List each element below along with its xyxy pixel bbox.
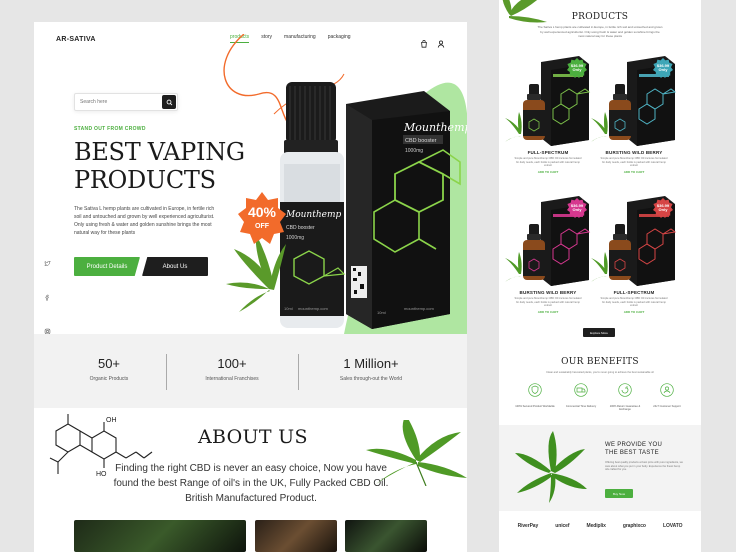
benefit-support: 24x7 Customer Support xyxy=(647,383,687,408)
support-icon xyxy=(660,383,674,397)
about-photo-bud xyxy=(345,520,427,552)
add-to-cart-link[interactable]: ADD TO CART xyxy=(591,310,677,314)
hemp-plant-image xyxy=(515,431,587,503)
benefit-label: Commercial Time Delivery xyxy=(565,405,597,408)
products-page: PRODUCTS The Sativa L hemp plants are cu… xyxy=(499,0,701,552)
search-icon xyxy=(166,99,172,105)
stats-band: 50+ Organic Products 100+ International … xyxy=(34,334,467,408)
bottle-url: mounthemp.com xyxy=(298,306,328,311)
landing-page: AR-SATIVA products story manufacturing p… xyxy=(34,22,467,552)
stat-label: Organic Products xyxy=(89,376,129,382)
box-volume: 10ml xyxy=(377,310,386,315)
benefits-subtitle: Clean and sustainably harvested plants, … xyxy=(546,371,654,374)
bottle-line2: 1000mg xyxy=(286,235,304,241)
facebook-icon[interactable] xyxy=(44,288,51,306)
hero-description: The Sativa L hemp plants are cultivated … xyxy=(74,206,215,236)
taste-title: WE PROVIDE YOU THE BEST TASTE xyxy=(605,441,685,457)
taste-title-line2: THE BEST TASTE xyxy=(605,450,659,456)
product-price-sub: Only xyxy=(572,67,582,72)
search-bar xyxy=(74,93,178,111)
hero-eyebrow: STAND OUT FROM CROWD xyxy=(74,126,146,132)
stat-divider xyxy=(298,354,299,390)
bottle-line1: CBD booster xyxy=(286,225,315,231)
product-price-sub: Only xyxy=(572,207,582,212)
stat-value: 1 Million+ xyxy=(343,356,399,371)
benefit-secured: 100% Secured Product Worldwide xyxy=(515,383,555,408)
product-name: FULL-SPECTRUM xyxy=(613,290,655,295)
truck-icon xyxy=(574,383,588,397)
box-url: mounthemp.com xyxy=(404,306,434,311)
taste-section: WE PROVIDE YOU THE BEST TASTE Offering b… xyxy=(499,425,701,511)
box-line2: 1000mg xyxy=(405,148,423,154)
buy-now-button[interactable]: Buy Now xyxy=(605,489,633,498)
hero-title-line2: PRODUCTS xyxy=(74,166,216,194)
bottle-volume: 10ml xyxy=(284,306,293,311)
search-button[interactable] xyxy=(162,95,176,109)
product-description: Simple and pure Mounthemp CBD Oil tinctu… xyxy=(600,297,668,308)
stat-products: 50+ Organic Products xyxy=(44,356,174,382)
box-line1: CBD booster xyxy=(405,138,437,144)
product-price-sub: Only xyxy=(658,67,668,72)
discount-word: OFF xyxy=(255,223,270,230)
stat-franchises: 100+ International Franchises xyxy=(167,356,297,382)
hero-title: BEST VAPING PRODUCTS xyxy=(74,138,264,194)
product-card[interactable]: $36.99 Only BURSTING WILD BERRY Simple and … xyxy=(505,192,591,314)
return-icon xyxy=(618,383,632,397)
product-name: BURSTING WILD BERRY xyxy=(605,150,663,155)
brand-logo[interactable]: AR-SATIVA xyxy=(56,36,96,43)
benefit-label: 100% Return Guarantee & Exchange xyxy=(609,405,641,412)
product-description: Simple and pure Mounthemp CBD Oil tinctu… xyxy=(600,157,668,168)
about-photo-tea xyxy=(74,520,246,552)
about-us-button[interactable]: About Us xyxy=(142,257,208,276)
taste-description: Offering best quality products at best p… xyxy=(605,461,683,472)
product-name: BURSTING WILD BERRY xyxy=(519,290,577,295)
taste-title-line1: WE PROVIDE YOU xyxy=(605,442,663,448)
benefit-label: 24x7 Customer Support xyxy=(653,405,681,408)
partner-logo: graphixco xyxy=(622,523,646,529)
hero-title-line1: BEST VAPING xyxy=(74,138,245,166)
product-card[interactable]: $36.99 Only FULL-SPECTRUM Simple and pure M… xyxy=(505,52,591,174)
benefit-label: 100% Secured Product Worldwide xyxy=(515,405,555,408)
add-to-cart-link[interactable]: ADD TO CART xyxy=(505,310,591,314)
shield-icon xyxy=(528,383,542,397)
search-input[interactable] xyxy=(75,99,159,105)
product-description: Simple and pure Mounthemp CBD Oil tinctu… xyxy=(514,157,582,168)
twitter-icon[interactable] xyxy=(44,254,51,272)
product-price-sub: Only xyxy=(658,207,668,212)
molecule-label-oh: OH xyxy=(106,417,117,424)
partner-logos: RiverPay unicef Mediplix graphixco LOVAT… xyxy=(499,523,701,529)
add-to-cart-link[interactable]: ADD TO CART xyxy=(505,170,591,174)
social-links xyxy=(44,254,51,340)
product-description: Simple and pure Mounthemp CBD Oil tinctu… xyxy=(514,297,582,308)
partner-logo: unicef xyxy=(555,523,570,529)
benefits-title: OUR BENEFITS xyxy=(561,357,639,367)
benefit-delivery: Commercial Time Delivery xyxy=(561,383,601,408)
stat-label: Sales through-out the World xyxy=(339,376,403,382)
stat-label: International Franchises xyxy=(205,376,259,382)
stat-value: 100+ xyxy=(217,356,247,371)
product-card[interactable]: $36.99 Only BURSTING WILD BERRY Simple and … xyxy=(591,52,677,174)
product-card[interactable]: $36.99 Only FULL-SPECTRUM Simple and pure M… xyxy=(591,192,677,314)
benefit-return: 100% Return Guarantee & Exchange xyxy=(605,383,645,412)
partner-logo: RiverPay xyxy=(517,523,539,529)
box-brand: Mounthemp xyxy=(403,121,467,134)
discount-pct: 40% xyxy=(248,204,277,220)
partner-logo: LOVATO xyxy=(663,523,683,529)
product-details-button[interactable]: Product Details xyxy=(74,257,140,276)
bottle-brand: Mounthemp xyxy=(285,210,342,220)
stat-sales: 1 Million+ Sales through-out the World xyxy=(306,356,436,382)
product-name: FULL-SPECTRUM xyxy=(527,150,569,155)
explore-more-button[interactable]: Explore More xyxy=(583,328,615,337)
add-to-cart-link[interactable]: ADD TO CART xyxy=(591,170,677,174)
products-subtitle: The Sativa L hemp plants are cultivated … xyxy=(537,25,663,38)
about-photo-oil xyxy=(255,520,337,552)
partner-logo: Mediplix xyxy=(586,523,606,529)
about-text: Finding the right CBD is never an easy c… xyxy=(113,463,389,504)
about-title: ABOUT US xyxy=(198,426,308,448)
stat-value: 50+ xyxy=(97,356,121,371)
products-title: PRODUCTS xyxy=(571,12,629,22)
